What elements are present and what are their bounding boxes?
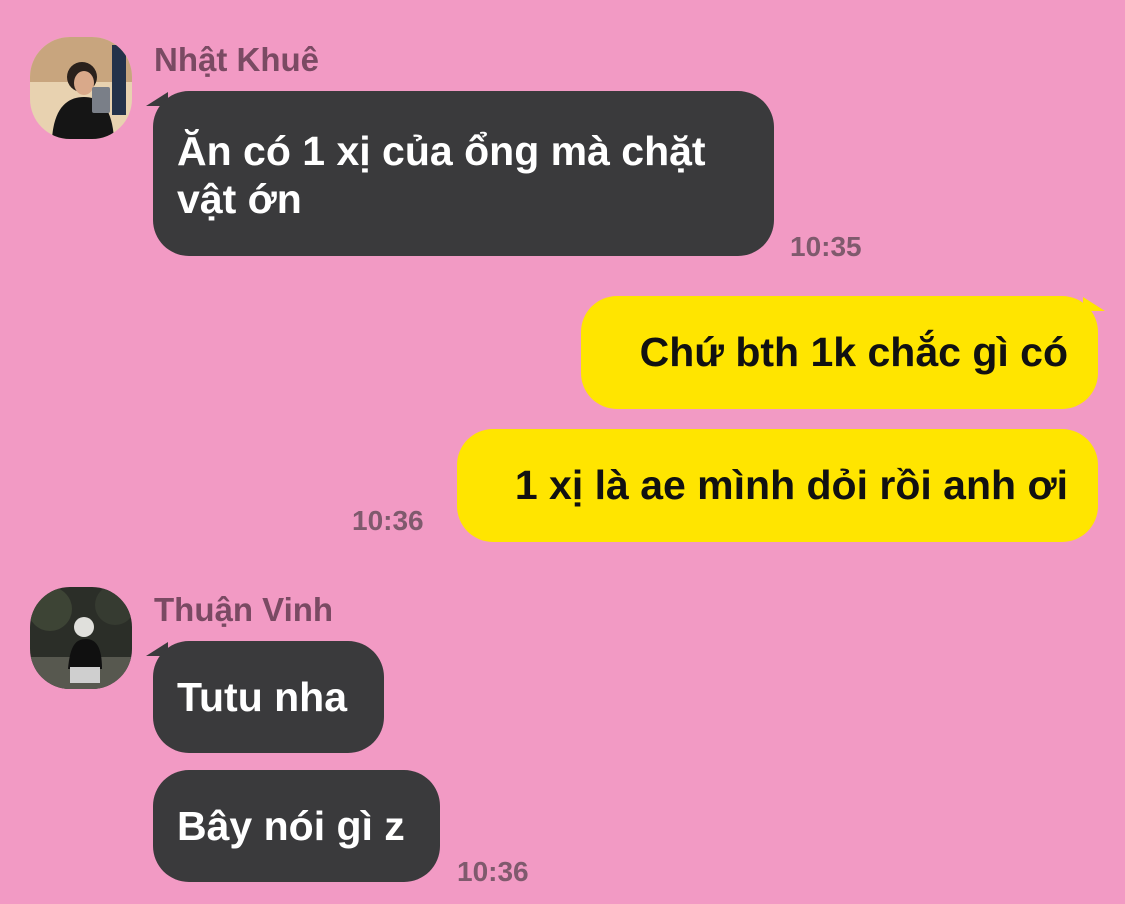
message-timestamp: 10:36 (352, 505, 424, 536)
avatar-nhat-khue[interactable] (30, 37, 132, 139)
message-timestamp: 10:36 (457, 856, 529, 887)
user-avatar-photo-icon (30, 587, 132, 689)
outgoing-message-bubble[interactable]: Chứ bth 1k chắc gì có (581, 296, 1098, 409)
incoming-message-bubble[interactable]: Bây nói gì z (153, 770, 440, 882)
message-text: Bây nói gì z (177, 803, 405, 849)
avatar-thuan-vinh[interactable] (30, 587, 132, 689)
message-text: 1 xị là ae mình dỏi rồi anh ơi (514, 462, 1068, 508)
message-timestamp: 10:35 (790, 231, 862, 262)
message-text: Tutu nha (177, 674, 348, 720)
message-text-line: Ăn có 1 xị của ổng mà chặt (177, 128, 706, 174)
message-text: Chứ bth 1k chắc gì có (639, 329, 1068, 375)
outgoing-message-bubble[interactable]: 1 xị là ae mình dỏi rồi anh ơi (457, 429, 1098, 542)
user-avatar-photo-icon (30, 37, 132, 139)
sender-name: Nhật Khuê (154, 41, 319, 78)
message-text-line: vật ớn (177, 176, 302, 222)
incoming-message-bubble[interactable]: Ăn có 1 xị của ổng mà chặt vật ớn (153, 91, 774, 256)
incoming-message-bubble[interactable]: Tutu nha (153, 641, 384, 753)
sender-name: Thuận Vinh (154, 591, 334, 628)
